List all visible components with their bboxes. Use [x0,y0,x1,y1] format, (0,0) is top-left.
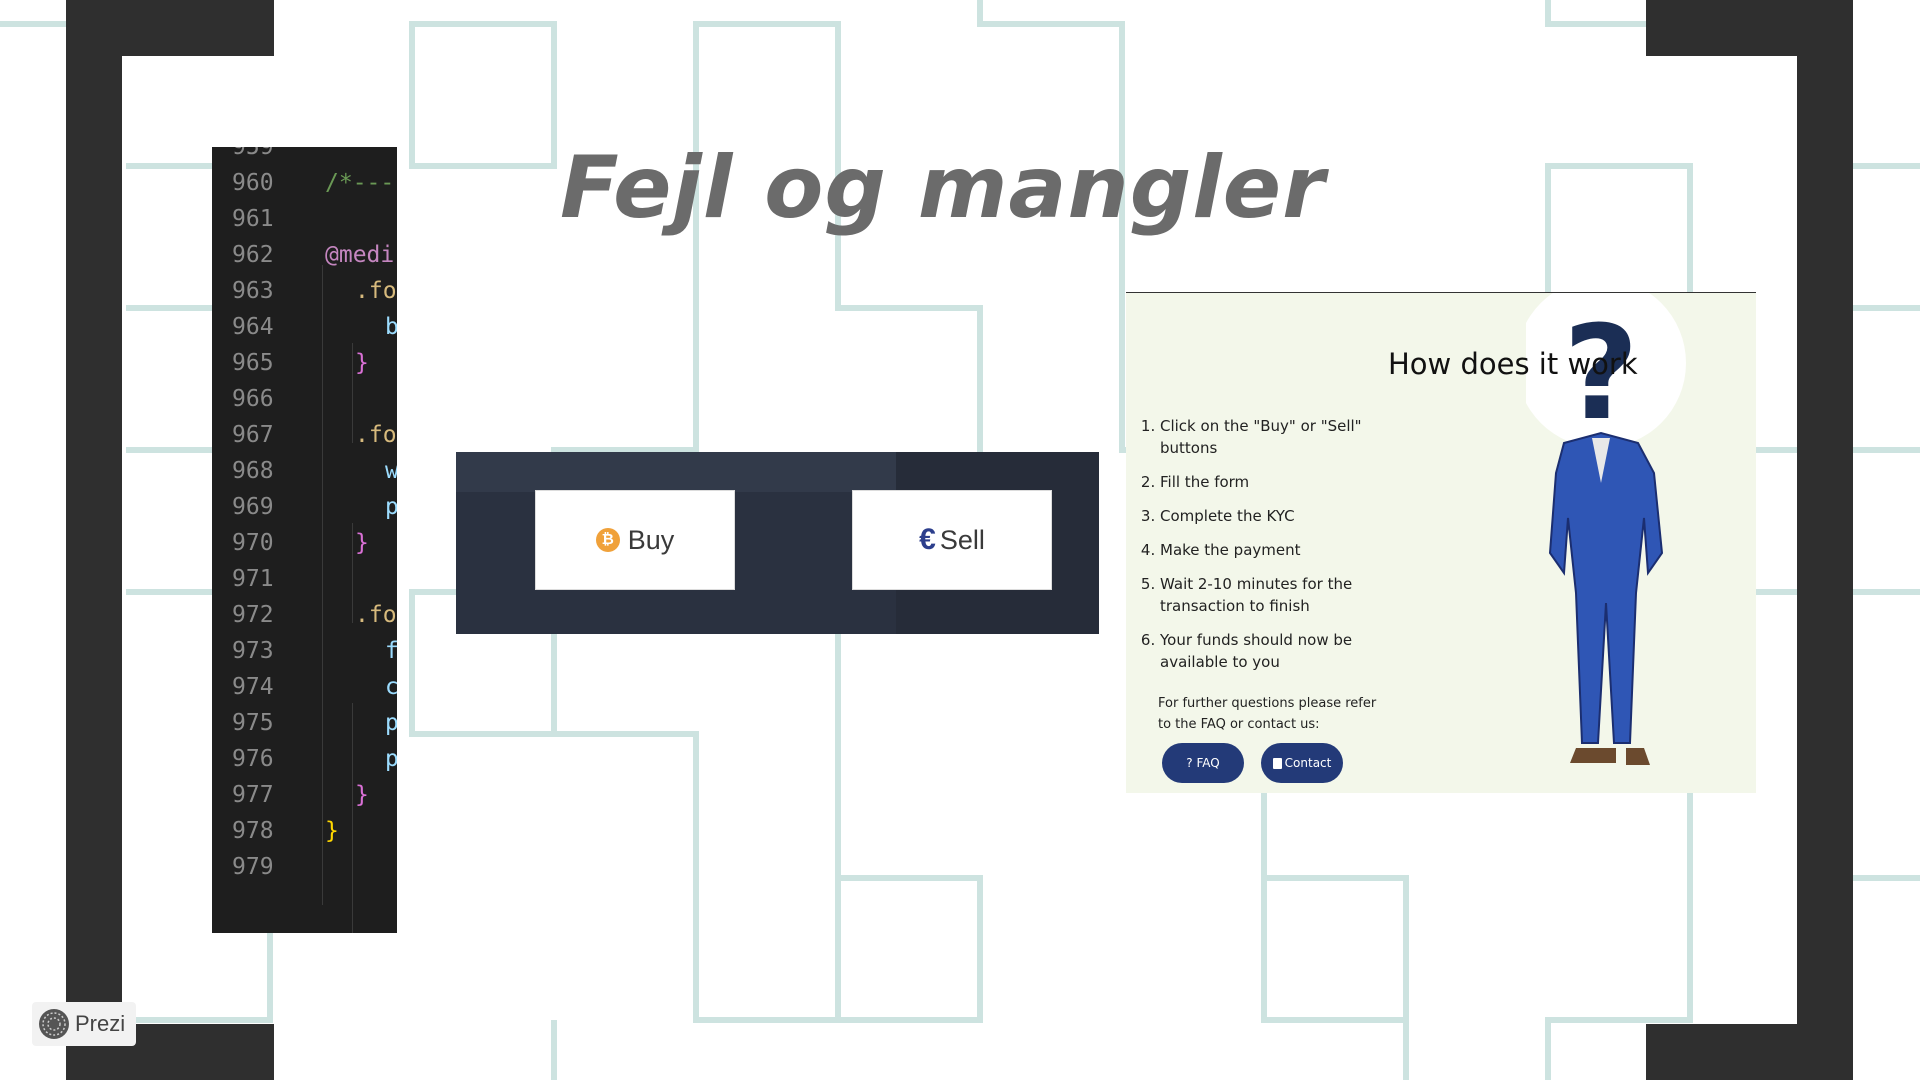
how-it-works-screenshot: ? How does it work Click on the "Buy" or… [1126,292,1756,793]
bitcoin-coin-icon: ₿ [595,528,620,552]
contact-label: Contact [1284,756,1332,770]
line-number: 967 [232,422,274,448]
code-line: 978} [212,813,397,849]
line-number: 975 [232,710,274,736]
further-questions-text: For further questions please refer to th… [1158,696,1377,732]
code-line: 962 @medi [212,237,397,273]
buy-label: Buy [627,524,675,555]
code-line: 979 [212,849,397,885]
code-line: 972 .fo [212,597,397,633]
line-number: 968 [232,458,274,484]
line-number: 961 [232,206,274,232]
code-text: b [385,314,397,340]
sell-button[interactable]: € Sell [852,490,1052,590]
code-line: 973 f [212,633,397,669]
line-number: 965 [232,350,274,376]
line-number: 960 [232,170,274,196]
list-item: Your funds should now be available to yo… [1160,629,1390,673]
line-number: 969 [232,494,274,520]
code-line: 966 [212,381,397,417]
steps-list: Click on the "Buy" or "Sell" buttons Fil… [1134,415,1390,685]
list-item: Complete the KYC [1160,505,1390,527]
contact-card-icon [1272,757,1282,769]
frame-top-right-bar [1646,0,1853,56]
code-line: 960 /*--- [212,165,397,201]
code-text: } [325,818,339,844]
line-number: 977 [232,782,274,808]
code-line: 969 p [212,489,397,525]
frame-top-left-bar [66,0,274,56]
sell-label: Sell [939,524,985,555]
line-number: 976 [232,746,274,772]
euro-icon: € [919,523,936,556]
frame-bottom-right-bar [1646,1024,1853,1080]
line-number: 963 [232,278,274,304]
line-number: 959 [232,147,274,160]
code-editor-screenshot: 959 960 /*--- 961 962 @medi 963 .fo 964 b 965} 966 9… [212,147,397,933]
line-number: 962 [232,242,274,268]
code-line: 963 .fo [212,273,397,309]
code-line: 977} [212,777,397,813]
code-text: p [385,494,397,520]
code-line: 974 c [212,669,397,705]
code-text: w [385,458,397,484]
list-item: Make the payment [1160,539,1390,561]
code-text: p [385,746,397,772]
list-item: Fill the form [1160,471,1390,493]
code-line: 961 [212,201,397,237]
contact-button[interactable]: Contact [1261,743,1343,783]
line-number: 973 [232,638,274,664]
code-text: @medi [325,242,395,268]
buy-sell-screenshot: ₿ Buy € Sell [456,452,1099,634]
code-text: p [385,710,397,736]
frame-right-bar [1797,0,1853,1080]
prezi-logo-icon [39,1009,69,1039]
line-number: 974 [232,674,274,700]
code-line: 965} [212,345,397,381]
code-line: 964 b [212,309,397,345]
code-text: c [385,674,397,700]
code-line: 971 [212,561,397,597]
line-number: 966 [232,386,274,412]
code-line: 967 .fo [212,417,397,453]
code-text: } [355,530,369,556]
code-text: .fo [355,278,397,304]
prezi-badge[interactable]: Prezi [32,1002,136,1046]
line-number: 964 [232,314,274,340]
code-line: 970} [212,525,397,561]
list-item: Wait 2-10 minutes for the transaction to… [1160,573,1390,617]
buy-button[interactable]: ₿ Buy [535,490,735,590]
line-number: 971 [232,566,274,592]
faq-button[interactable]: ? FAQ [1162,743,1244,783]
code-line: 976 p [212,741,397,777]
slide-title: Fejl og mangler [560,138,1326,238]
code-line: 959 [212,147,397,165]
code-text: } [355,350,369,376]
how-it-works-title: How does it work [1388,347,1638,381]
code-text: .fo [355,422,397,448]
frame-left-bar [66,0,122,1080]
line-number: 970 [232,530,274,556]
code-text: .fo [355,602,397,628]
code-line: 975 p [212,705,397,741]
code-text: } [355,782,369,808]
code-text: f [385,638,397,664]
code-line: 968 w [212,453,397,489]
prezi-label: Prezi [75,1011,126,1036]
line-number: 972 [232,602,274,628]
line-number: 979 [232,854,274,880]
line-number: 978 [232,818,274,844]
code-text: /*--- [325,170,395,196]
list-item: Click on the "Buy" or "Sell" buttons [1160,415,1390,459]
